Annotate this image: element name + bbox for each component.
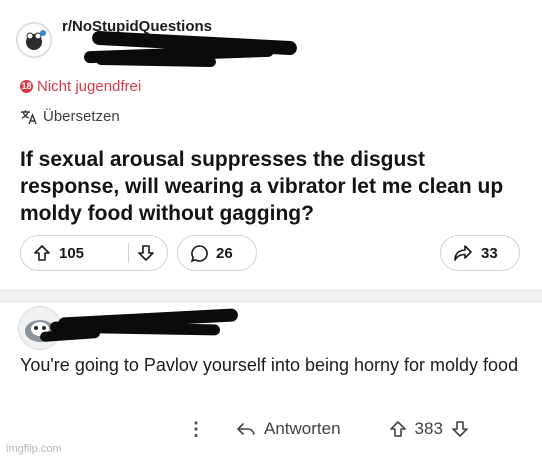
reply-label: Antworten: [264, 419, 341, 438]
upvote-icon[interactable]: [389, 420, 407, 438]
nsfw-badge: 18 Nicht jugendfrei: [20, 78, 141, 95]
reply-icon: [236, 421, 256, 437]
vote-divider: [128, 243, 129, 263]
nsfw-label: Nicht jugendfrei: [37, 78, 142, 95]
comment-vote-count: 383: [414, 419, 443, 438]
translate-icon: [20, 109, 38, 125]
upvote-icon[interactable]: [33, 244, 51, 262]
nsfw-icon: 18: [20, 80, 33, 93]
share-count: 33: [481, 244, 498, 262]
redacted-username-3: [95, 54, 217, 68]
watermark: imgflip.com: [6, 443, 62, 455]
downvote-icon[interactable]: [451, 420, 469, 438]
share-button[interactable]: 33: [440, 235, 520, 271]
comment-actions: ⋮ Antworten 383: [186, 414, 469, 444]
translate-button[interactable]: Übersetzen: [20, 108, 120, 125]
vote-control: 105: [20, 235, 168, 271]
downvote-icon[interactable]: [137, 244, 155, 262]
share-icon: [453, 244, 473, 262]
subreddit-avatar-icon[interactable]: [16, 22, 52, 58]
comment-body: You're going to Pavlov yourself into bei…: [20, 355, 519, 375]
translate-label: Übersetzen: [43, 108, 120, 125]
comment-icon: [190, 244, 209, 263]
section-divider: [0, 290, 542, 302]
comments-button[interactable]: 26: [177, 235, 257, 271]
upvote-count: 105: [59, 244, 85, 262]
post-title[interactable]: If sexual arousal suppresses the disgust…: [20, 146, 520, 227]
more-icon[interactable]: ⋮: [186, 419, 206, 440]
comment-votes: 383: [389, 419, 469, 439]
reply-button[interactable]: Antworten: [236, 419, 341, 439]
comment-count: 26: [216, 244, 233, 262]
